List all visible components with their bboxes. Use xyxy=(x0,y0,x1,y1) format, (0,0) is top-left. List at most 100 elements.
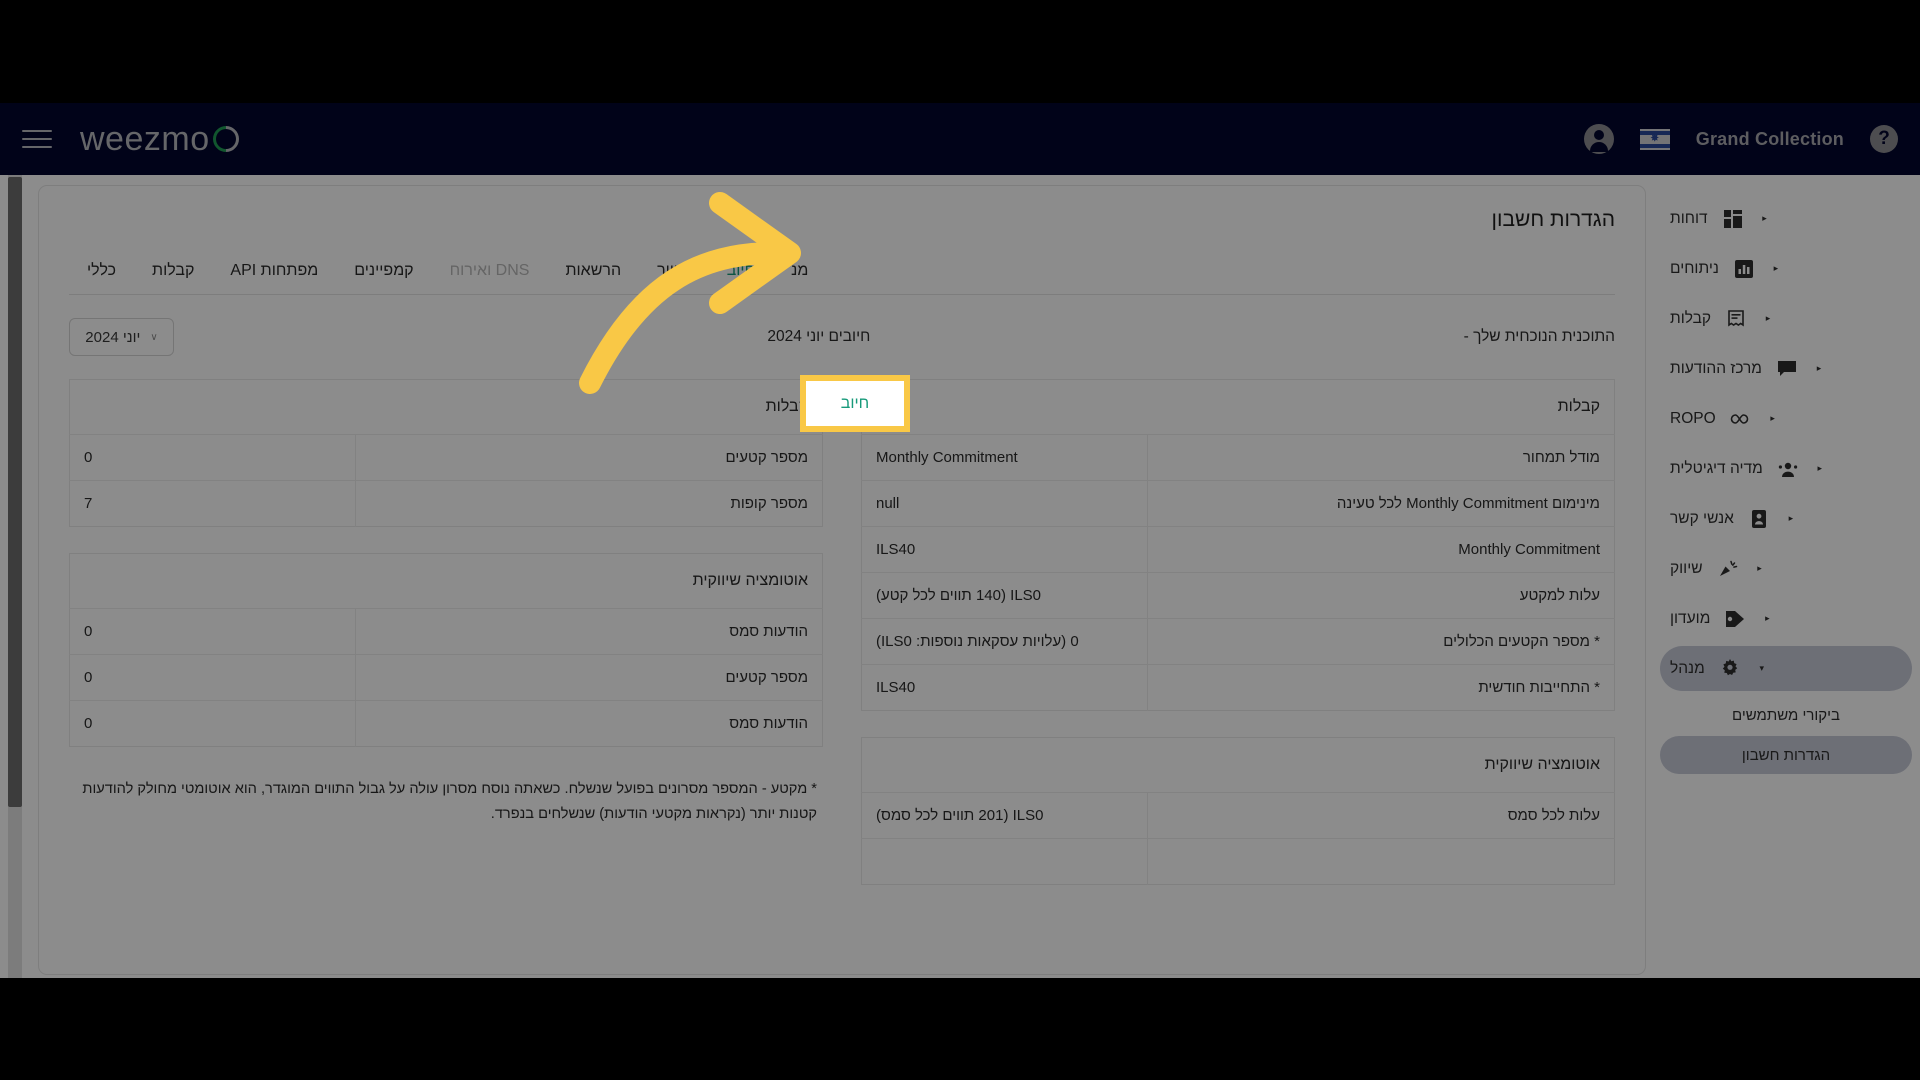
chevron-right-icon: ▸ xyxy=(1765,613,1770,623)
table-header-cell: אוטומציה שיווקית xyxy=(861,737,1615,793)
bar-chart-icon xyxy=(1733,258,1755,280)
page-body: ▸ דוחות ▸ ניתוחים ▸ קבלות ▸ מרכז ההודעות… xyxy=(0,175,1920,978)
month-select[interactable]: ∨ יוני 2024 xyxy=(69,318,174,356)
sidebar-item-label: מועדון xyxy=(1670,609,1711,627)
brand-name: Grand Collection xyxy=(1695,128,1844,149)
table-row: מודל תמחור Monthly Commitment xyxy=(861,434,1615,481)
tab-more[interactable]: מנ xyxy=(773,252,826,294)
sidebar-item-reports[interactable]: ▸ דוחות xyxy=(1660,196,1912,241)
sidebar-item-analytics[interactable]: ▸ ניתוחים xyxy=(1660,246,1912,291)
table-header-row: קבלות xyxy=(861,379,1615,435)
sidebar-item-admin[interactable]: ▾ מנהל xyxy=(1660,646,1912,691)
sidebar-item-digital-media[interactable]: ▸ מדיה דיגיטלית xyxy=(1660,446,1912,491)
tab-api-keys[interactable]: מפתחות API xyxy=(212,252,336,294)
chevron-down-icon: ▾ xyxy=(1759,663,1764,673)
tab-dns-hosting[interactable]: DNS ואירוח xyxy=(432,252,548,294)
chevron-right-icon: ▸ xyxy=(1770,413,1775,423)
account-circle-icon[interactable] xyxy=(1583,124,1614,154)
message-icon xyxy=(1776,358,1798,380)
chevron-right-icon: ▸ xyxy=(1773,263,1779,273)
sidebar-item-label: ניתוחים xyxy=(1670,259,1719,277)
table-row: * מספר הקטעים הכלולים 0 (עלויות עסקאות נ… xyxy=(861,618,1615,665)
chevron-right-icon: ▸ xyxy=(1757,563,1762,573)
table-row: הודעות סמס 0 xyxy=(69,608,823,655)
screen-root: ✸ Grand Collection ? weezmo ▸ דוחות ▸ ני… xyxy=(0,0,1920,1080)
sidebar-item-receipts[interactable]: ▸ קבלות xyxy=(1660,296,1912,341)
tab-campaigns[interactable]: קמפיינים xyxy=(336,252,431,294)
segment-footnote: * מקטע - המספר מסרונים בפועל שנשלח. כשאת… xyxy=(82,781,817,822)
row-key: עלות למקטע xyxy=(1147,572,1615,619)
receipts-usage-table: קבלות מספר קטעים 0 מספר קופות 7 xyxy=(69,379,823,527)
sidebar-item-ropo[interactable]: ▸ ROPO xyxy=(1660,396,1912,441)
row-key: * התחייבות חודשית xyxy=(1478,679,1600,696)
tag-icon xyxy=(1724,608,1746,630)
table-header-row: אוטומציה שיווקית xyxy=(69,553,823,609)
chevron-down-icon: ∨ xyxy=(150,331,158,343)
table-header-cell: קבלות xyxy=(861,379,1615,435)
table-header-row: קבלות xyxy=(69,379,823,435)
hamburger-menu-icon[interactable] xyxy=(22,130,52,148)
table-header-cell: אוטומציה שיווקית xyxy=(69,553,823,609)
tab-billing[interactable]: חיוב xyxy=(709,252,773,294)
row-key: Monthly Commitment xyxy=(1147,526,1615,573)
row-value: ILS0 (201 תווים לכל סמס) xyxy=(861,792,1149,839)
contacts-icon xyxy=(1748,508,1770,530)
tab-billing-highlight[interactable]: חיוב xyxy=(800,375,910,432)
sidebar-subitem-account-settings[interactable]: הגדרות חשבון xyxy=(1660,736,1912,774)
marketing-automation-pricing-table: אוטומציה שיווקית עלות לכל סמס ILS0 (201 … xyxy=(861,737,1615,885)
weezmo-logo-text: weezmo xyxy=(80,119,210,158)
row-value: Monthly Commitment xyxy=(861,434,1149,481)
table-row: עלות לכל סמס ILS0 (201 תווים לכל סמס) xyxy=(861,792,1615,839)
sidebar-item-label: קבלות xyxy=(1670,309,1712,327)
top-navbar: ✸ Grand Collection ? weezmo xyxy=(0,103,1920,175)
receipt-icon xyxy=(1725,308,1747,330)
sidebar-subitem-user-visits[interactable]: ביקורי משתמשים xyxy=(1660,696,1912,734)
row-value: null xyxy=(861,480,1149,527)
sidebar-item-label: דוחות xyxy=(1670,209,1708,227)
row-key: מספר קטעים xyxy=(355,434,823,481)
row-key: מספר קופות xyxy=(730,495,808,512)
month-select-value: יוני 2024 xyxy=(85,328,141,346)
people-icon xyxy=(1777,458,1799,480)
row-key: הודעות סמס xyxy=(729,715,808,732)
sidebar-item-marketing[interactable]: ▸ שיווק xyxy=(1660,546,1912,591)
browser-viewport: ✸ Grand Collection ? weezmo ▸ דוחות ▸ ני… xyxy=(0,103,1920,978)
row-value: 0 xyxy=(69,434,357,481)
sidebar-item-contacts[interactable]: ▸ אנשי קשר xyxy=(1660,496,1912,541)
row-value: 0 xyxy=(69,608,357,655)
left-column: קבלות מספר קטעים 0 מספר קופות 7 אוטומציה… xyxy=(69,379,823,911)
row-key: מינימום Monthly Commitment לכל טעינה xyxy=(1147,480,1615,527)
chevron-right-icon: ▸ xyxy=(1817,463,1822,473)
page-scrollbar-thumb[interactable] xyxy=(8,177,22,807)
row-value: 7 xyxy=(69,480,357,527)
row-key: מספר קטעים xyxy=(355,654,823,701)
infinity-icon xyxy=(1730,408,1752,430)
megaphone-icon xyxy=(1717,558,1739,580)
billing-period-label: חיובים יוני 2024 xyxy=(767,328,871,345)
israel-flag-icon[interactable]: ✸ xyxy=(1639,128,1670,150)
tab-permissions[interactable]: הרשאות xyxy=(547,252,639,294)
row-key: מודל תמחור xyxy=(1147,434,1615,481)
navbar-left-group: ✸ Grand Collection ? xyxy=(1583,124,1898,154)
dashboard-icon xyxy=(1722,208,1744,230)
sidebar-item-label: מדיה דיגיטלית xyxy=(1670,459,1763,477)
navbar-right-group: weezmo xyxy=(22,119,244,159)
table-row: מספר קופות 7 xyxy=(69,480,823,527)
row-value: 0 xyxy=(69,654,357,701)
sidebar-item-club[interactable]: ▸ מועדון xyxy=(1660,596,1912,641)
tab-general[interactable]: כללי xyxy=(69,252,134,294)
table-row: מספר קטעים 0 xyxy=(69,434,823,481)
row-value: ILS40 xyxy=(861,664,1149,711)
marketing-automation-usage-table: אוטומציה שיווקית הודעות סמס 0 מספר קטעים… xyxy=(69,553,823,747)
help-icon[interactable]: ? xyxy=(1870,125,1898,153)
tab-onboarding[interactable]: חניוך xyxy=(639,252,709,294)
table-row: מינימום Monthly Commitment לכל טעינה nul… xyxy=(861,480,1615,527)
sidebar-item-label: מרכז ההודעות xyxy=(1670,359,1762,377)
row-value: ILS40 xyxy=(861,526,1149,573)
chevron-right-icon: ▸ xyxy=(1788,513,1794,523)
sidebar-item-message-center[interactable]: ▸ מרכז ההודעות xyxy=(1660,346,1912,391)
table-row: עלות למקטע ILS0 (140 תווים לכל קטע) xyxy=(861,572,1615,619)
row-value: ILS0 (140 תווים לכל קטע) xyxy=(861,572,1149,619)
current-plan-label: התוכנית הנוכחית שלך - xyxy=(1463,328,1615,345)
tab-receipts[interactable]: קבלות xyxy=(134,252,212,294)
